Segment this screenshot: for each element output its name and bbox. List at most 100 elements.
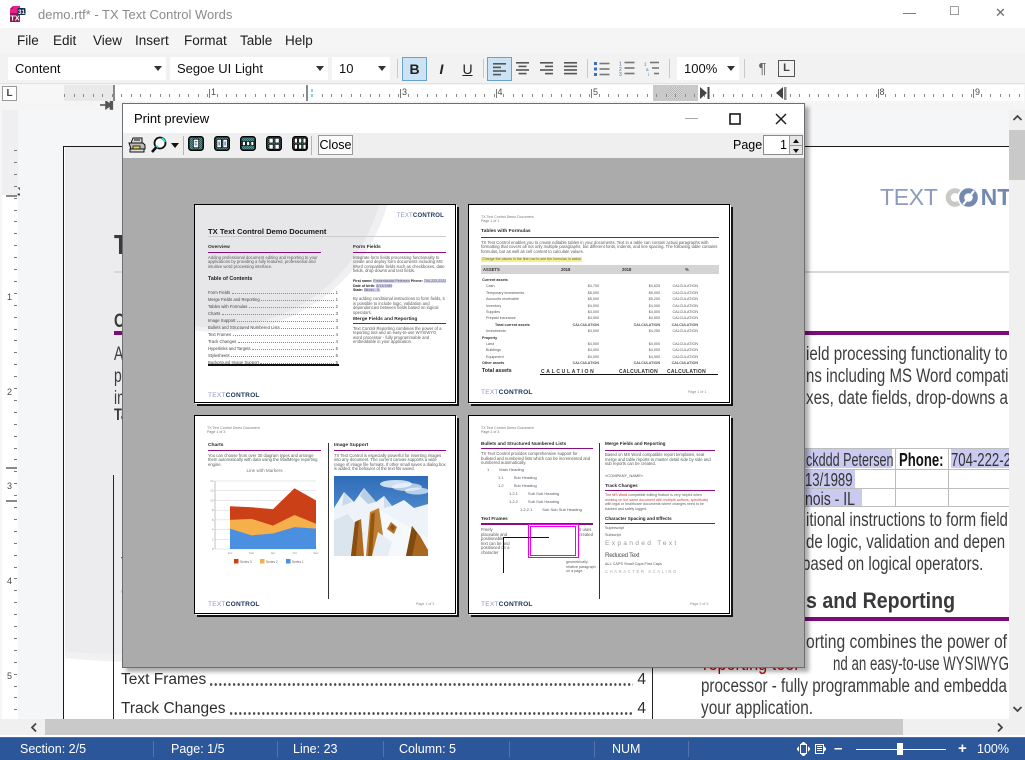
dialog-close-button[interactable] [775, 113, 787, 125]
thumb-toc-heading: Table of Contents [208, 276, 252, 282]
formatting-marks-button[interactable]: ¶ [750, 57, 775, 81]
scroll-right-icon[interactable] [997, 723, 1003, 732]
horizontal-scrollbar-thumb[interactable] [45, 719, 903, 735]
font-size-combobox[interactable]: 10 [332, 57, 390, 80]
thumb-heading: Track Changes [605, 483, 638, 488]
fit-page-icon[interactable] [797, 742, 810, 756]
chevron-down-icon [316, 66, 324, 71]
preview-layout-one-page-button[interactable] [188, 136, 204, 151]
multilevel-list-button[interactable]: 1ai [640, 57, 665, 81]
scrollbar-corner [1009, 719, 1025, 735]
svg-text:Jan: Jan [228, 551, 233, 555]
preview-close-button[interactable]: Close [318, 135, 353, 155]
preview-layout-six-pages-button[interactable] [292, 136, 308, 151]
numbered-list-row: 1.2Sub Heading [498, 483, 537, 488]
bold-button[interactable]: B [402, 57, 427, 81]
application-window: TX 31 demo.rtf* - TX Text Control Words … [0, 0, 1025, 760]
bullet-list-button[interactable] [590, 57, 615, 81]
align-justify-button[interactable] [559, 57, 584, 81]
horizontal-ruler[interactable]: 134589 [20, 85, 1024, 101]
thumb-heading: Character Spacing and Effects [605, 516, 672, 521]
status-separator [594, 741, 595, 757]
frag-line: xes, date fields, drop-downs a [806, 388, 1008, 410]
menu-edit[interactable]: Edit [53, 33, 76, 48]
menu-insert[interactable]: Insert [135, 33, 169, 48]
dialog-toolbar-separator [311, 136, 312, 155]
status-numlock: NUM [612, 742, 640, 756]
spinner-up-button[interactable] [789, 136, 802, 145]
underline-button[interactable]: U [455, 57, 480, 81]
chevron-down-icon [727, 66, 735, 71]
zoom-percentage: 100% [977, 742, 1009, 756]
preview-layout-three-pages-button[interactable] [240, 136, 256, 151]
thumb-heading: Form Fields [353, 245, 381, 250]
frame-icon: L [778, 60, 795, 77]
frag-line: based on logical operators. [802, 554, 983, 576]
italic-label: I [440, 61, 444, 77]
svg-text:Series 2: Series 2 [266, 560, 278, 564]
scroll-left-icon[interactable] [31, 723, 37, 732]
table-cell [896, 489, 950, 507]
scroll-up-icon[interactable] [1013, 115, 1022, 121]
dialog-minimize-button[interactable]: — [685, 110, 698, 125]
dialog-title: Print preview [134, 111, 209, 126]
numbered-list-icon: 123 [619, 61, 635, 76]
thumb-heading: Merge Fields and Reporting [353, 317, 417, 322]
vertical-ruler[interactable]: 12345 [2, 110, 18, 719]
spinner-down-button[interactable] [789, 145, 802, 154]
menu-table[interactable]: Table [240, 33, 272, 48]
scroll-down-icon[interactable] [1013, 706, 1022, 712]
thumb-heading: Tables with Formulas [481, 229, 531, 234]
text-frame-button[interactable]: L [775, 57, 800, 81]
thumb-heading: Image Support [334, 443, 368, 448]
thumb-area-chart: 02468101214JanFebAprOctDecSeries 3Series… [208, 473, 321, 565]
preview-page-3[interactable]: TX Text Control Demo DocumentPage 1 of 3… [194, 415, 456, 614]
menu-view[interactable]: View [93, 33, 122, 48]
thumb-heading: Overview [208, 245, 230, 250]
zoom-slider-thumb[interactable] [897, 743, 903, 755]
fit-width-icon[interactable] [813, 742, 826, 756]
preview-layout-two-pages-button[interactable] [214, 136, 230, 151]
align-center-icon [516, 62, 530, 75]
menu-file[interactable]: File [17, 33, 39, 48]
page-spinner[interactable]: 1 [763, 135, 803, 155]
frag-line: nd an easy-to-use WYSIWYG w [833, 654, 1009, 676]
status-separator [277, 741, 278, 757]
align-center-button[interactable] [511, 57, 536, 81]
horizontal-scrollbar[interactable] [0, 719, 1009, 735]
menu-bar: File Edit View Insert Format Table Help [0, 28, 1025, 53]
preview-page-4[interactable]: TX Text Control Demo DocumentPage 2 of 3… [468, 415, 730, 614]
zoom-out-button[interactable]: – [834, 740, 842, 757]
merge-heading-fragment: s and Reporting [806, 588, 955, 614]
dialog-maximize-button[interactable] [729, 113, 741, 125]
font-combobox[interactable]: Segoe UI Light [170, 57, 328, 80]
zoom-dropdown-icon[interactable] [171, 143, 179, 148]
style-combobox[interactable]: Content [8, 57, 166, 80]
zoom-combobox[interactable]: 100% [677, 57, 739, 80]
indent-marker-icon[interactable] [100, 101, 114, 110]
window-minimize-button[interactable]: — [903, 5, 916, 20]
italic-button[interactable]: I [429, 57, 454, 81]
tab-type-selector[interactable]: L [2, 86, 17, 101]
status-section: Section: 2/5 [20, 742, 86, 756]
zoom-button[interactable] [149, 135, 169, 155]
preview-layout-four-pages-button[interactable] [266, 136, 282, 151]
status-separator [383, 741, 384, 757]
align-right-button[interactable] [535, 57, 560, 81]
zoom-in-button[interactable]: + [958, 740, 967, 757]
window-maximize-button[interactable]: ☐ [949, 4, 960, 18]
window-close-button[interactable]: ✕ [995, 5, 1006, 21]
preview-page-1[interactable]: TX Text Control Demo Document TEXTCONTRO… [194, 204, 456, 403]
menu-help[interactable]: Help [285, 33, 313, 48]
status-separator [688, 741, 689, 757]
numbered-list-button[interactable]: 123 [615, 57, 640, 81]
align-left-button[interactable] [487, 57, 512, 81]
preview-page-2[interactable]: TX Text Control Demo DocumentPage 1 of 1… [468, 204, 730, 403]
dialog-toolbar: Close Page 1 [123, 133, 804, 158]
vertical-scrollbar[interactable] [1009, 110, 1025, 719]
frag-line: itional instructions to form field [806, 510, 1008, 532]
title-bar: TX 31 demo.rtf* - TX Text Control Words … [0, 0, 1025, 28]
vertical-scrollbar-thumb[interactable] [1009, 130, 1025, 180]
print-button[interactable] [127, 135, 147, 155]
menu-format[interactable]: Format [184, 33, 227, 48]
